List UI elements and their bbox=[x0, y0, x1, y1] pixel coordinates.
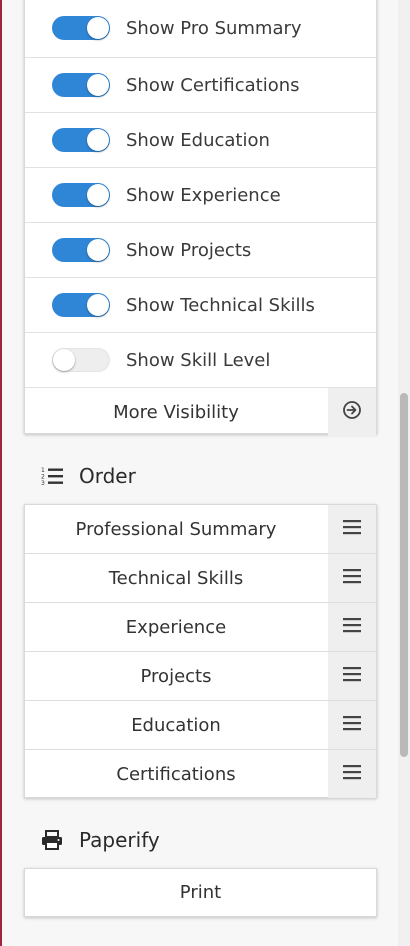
order-item[interactable]: Education bbox=[25, 701, 376, 750]
scrollbar-track[interactable] bbox=[398, 0, 410, 946]
window-left-edge bbox=[0, 0, 2, 946]
paperify-section-header: Paperify bbox=[40, 828, 160, 852]
order-item[interactable]: Technical Skills bbox=[25, 554, 376, 603]
scrollbar-thumb[interactable] bbox=[400, 393, 408, 757]
toggle-row-skill-level[interactable]: Show Skill Level bbox=[25, 333, 376, 388]
toggle-switch[interactable] bbox=[52, 128, 110, 152]
order-card: Professional Summary Technical Skills Ex… bbox=[24, 504, 377, 798]
toggle-knob bbox=[87, 184, 109, 206]
toggle-knob bbox=[87, 17, 109, 39]
order-item-label: Professional Summary bbox=[75, 518, 277, 540]
drag-handle[interactable] bbox=[328, 554, 376, 602]
drag-handle[interactable] bbox=[328, 505, 376, 553]
toggle-row-education[interactable]: Show Education bbox=[25, 113, 376, 168]
visibility-card: Show Pro Summary Show Certifications Sho… bbox=[24, 0, 377, 436]
order-item-label: Experience bbox=[125, 616, 227, 638]
toggle-row-pro-summary[interactable]: Show Pro Summary bbox=[25, 0, 376, 58]
order-item[interactable]: Projects bbox=[25, 652, 376, 701]
toggle-label: Show Experience bbox=[126, 184, 281, 206]
drag-handle[interactable] bbox=[328, 701, 376, 749]
ordered-list-icon: 123 bbox=[40, 464, 64, 488]
toggle-label: Show Pro Summary bbox=[126, 17, 302, 39]
toggle-knob bbox=[87, 129, 109, 151]
paperify-title: Paperify bbox=[79, 828, 160, 852]
svg-text:3: 3 bbox=[41, 480, 45, 486]
toggle-row-technical-skills[interactable]: Show Technical Skills bbox=[25, 278, 376, 333]
toggle-label: Show Technical Skills bbox=[126, 294, 315, 316]
order-item[interactable]: Experience bbox=[25, 603, 376, 652]
drag-handle-icon bbox=[343, 666, 361, 686]
toggle-switch[interactable] bbox=[52, 238, 110, 262]
more-visibility-label: More Visibility bbox=[113, 401, 239, 423]
order-title: Order bbox=[79, 464, 136, 488]
order-item[interactable]: Professional Summary bbox=[25, 505, 376, 554]
arrow-circle-right-icon bbox=[342, 400, 362, 424]
print-label: Print bbox=[179, 882, 222, 903]
order-item-label: Technical Skills bbox=[108, 567, 244, 589]
order-section-header: 123 Order bbox=[40, 464, 136, 488]
order-item-label: Certifications bbox=[116, 763, 236, 785]
order-item[interactable]: Certifications bbox=[25, 750, 376, 798]
toggle-row-projects[interactable]: Show Projects bbox=[25, 223, 376, 278]
drag-handle-icon bbox=[343, 568, 361, 588]
order-item-label: Projects bbox=[140, 665, 212, 687]
printer-icon bbox=[40, 828, 64, 852]
print-button[interactable]: Print bbox=[25, 869, 376, 916]
more-visibility-button[interactable] bbox=[328, 388, 376, 436]
toggle-switch[interactable] bbox=[52, 16, 110, 40]
toggle-label: Show Education bbox=[126, 129, 270, 151]
drag-handle-icon bbox=[343, 764, 361, 784]
drag-handle-icon bbox=[343, 715, 361, 735]
toggle-switch[interactable] bbox=[52, 73, 110, 97]
toggle-knob bbox=[87, 239, 109, 261]
toggle-row-experience[interactable]: Show Experience bbox=[25, 168, 376, 223]
toggle-label: Show Projects bbox=[126, 239, 252, 261]
drag-handle[interactable] bbox=[328, 652, 376, 700]
toggle-switch[interactable] bbox=[52, 293, 110, 317]
toggle-knob bbox=[87, 74, 109, 96]
print-card: Print bbox=[24, 868, 377, 917]
toggle-row-certifications[interactable]: Show Certifications bbox=[25, 58, 376, 113]
drag-handle-icon bbox=[343, 519, 361, 539]
drag-handle-icon bbox=[343, 617, 361, 637]
toggle-label: Show Certifications bbox=[126, 74, 300, 96]
toggle-switch[interactable] bbox=[52, 183, 110, 207]
drag-handle[interactable] bbox=[328, 750, 376, 798]
toggle-label: Show Skill Level bbox=[126, 349, 271, 371]
drag-handle[interactable] bbox=[328, 603, 376, 651]
more-visibility-row[interactable]: More Visibility bbox=[25, 388, 376, 436]
toggle-knob bbox=[87, 294, 109, 316]
toggle-switch[interactable] bbox=[52, 348, 110, 372]
toggle-knob bbox=[53, 349, 75, 371]
order-item-label: Education bbox=[131, 714, 221, 736]
